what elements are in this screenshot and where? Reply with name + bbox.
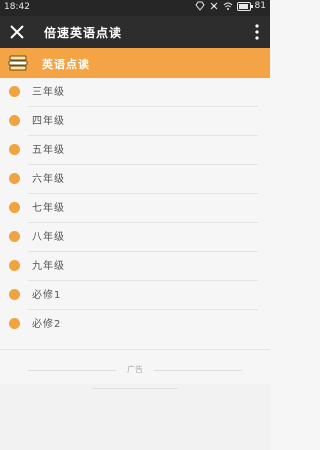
grade-list: 三年级 四年级 五年级 六年级 七年级 八年级 九年级 必修1 必修2	[0, 78, 270, 339]
section-title: 英语点读	[42, 58, 90, 71]
section-header: 英语点读	[0, 48, 270, 78]
bullet-dot-icon	[9, 260, 20, 271]
diamond-icon	[194, 1, 205, 11]
list-item-label: 六年级	[32, 174, 65, 185]
list-item-label: 必修1	[32, 290, 62, 301]
app-bar: 倍速英语点读	[0, 16, 270, 48]
list-item-label: 必修2	[32, 319, 62, 330]
bullet-dot-icon	[9, 202, 20, 213]
more-vertical-icon[interactable]	[254, 23, 260, 41]
status-time: 18:42	[4, 2, 30, 12]
list-item[interactable]: 七年级	[0, 194, 270, 223]
list-item[interactable]: 六年级	[0, 165, 270, 194]
list-item-label: 四年级	[32, 116, 65, 127]
list-item[interactable]: 五年级	[0, 136, 270, 165]
status-icons: 81	[194, 1, 266, 11]
list-item[interactable]: 必修2	[0, 310, 270, 339]
list-bottom-divider	[0, 349, 270, 350]
bullet-dot-icon	[9, 115, 20, 126]
battery-icon	[236, 1, 253, 11]
ad-divider: 广告	[0, 364, 270, 376]
list-item[interactable]: 必修1	[0, 281, 270, 310]
list-item[interactable]: 八年级	[0, 223, 270, 252]
bullet-dot-icon	[9, 231, 20, 242]
divider	[154, 370, 242, 371]
close-icon[interactable]	[8, 23, 26, 41]
list-item-label: 五年级	[32, 145, 65, 156]
bullet-dot-icon	[9, 289, 20, 300]
bullet-dot-icon	[9, 318, 20, 329]
list-item-label: 九年级	[32, 261, 65, 272]
bullet-dot-icon	[9, 144, 20, 155]
book-stack-icon	[8, 55, 28, 71]
list-item-label: 八年级	[32, 232, 65, 243]
bullet-dot-icon	[9, 86, 20, 97]
bullet-dot-icon	[9, 173, 20, 184]
page-title: 倍速英语点读	[44, 26, 123, 40]
list-item[interactable]: 四年级	[0, 107, 270, 136]
ad-area[interactable]	[0, 384, 270, 450]
list-item[interactable]: 九年级	[0, 252, 270, 281]
wifi-icon	[223, 2, 232, 10]
list-item[interactable]: 三年级	[0, 78, 270, 107]
signal-icon	[210, 2, 217, 10]
status-bar: 18:42 81	[0, 0, 270, 16]
list-item-label: 七年级	[32, 203, 65, 214]
divider	[92, 388, 178, 389]
list-item-label: 三年级	[32, 87, 65, 98]
battery-level: 81	[254, 1, 266, 11]
